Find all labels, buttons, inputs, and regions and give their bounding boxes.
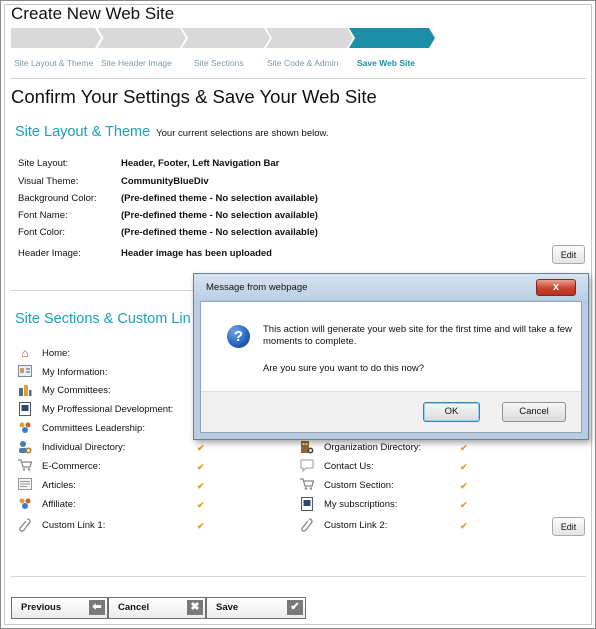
checkmark-icon: ✔: [460, 462, 468, 472]
section-item-individual-directory: Individual Directory:: [42, 442, 126, 453]
document-icon: [300, 497, 314, 511]
layout-section-title-text: Site Layout & Theme: [15, 124, 151, 140]
setting-value: (Pre-defined theme - No selection availa…: [121, 210, 318, 221]
section-item-custom-section: Custom Section:: [324, 480, 394, 491]
divider: [11, 576, 586, 577]
setting-label: Font Name:: [18, 210, 68, 221]
section-item-contact-us: Contact Us:: [324, 461, 374, 472]
section-item-my-subscriptions: My subscriptions:: [324, 499, 398, 510]
checkmark-icon: ✔: [460, 481, 468, 491]
building-search-icon: [300, 440, 314, 454]
edit-sections-button[interactable]: Edit: [552, 517, 585, 536]
setting-label: Site Layout:: [18, 158, 69, 169]
section-item-custom-link-2: Custom Link 2:: [324, 520, 388, 531]
link-icon: [18, 518, 32, 532]
person-search-icon: [18, 440, 32, 454]
checkmark-icon: ✔: [197, 462, 205, 472]
wizard-step-1[interactable]: [11, 28, 101, 48]
dialog-cancel-button[interactable]: Cancel: [502, 402, 566, 422]
layout-section-title: Site Layout & Theme Your current selectio…: [15, 124, 329, 140]
cart-icon: [300, 478, 315, 492]
previous-button[interactable]: Previous ⬅: [11, 597, 108, 619]
dialog-titlebar[interactable]: Message from webpage x: [194, 274, 588, 299]
wizard-progress: [11, 28, 435, 48]
wizard-step-5[interactable]: [349, 28, 435, 48]
setting-label: Font Color:: [18, 227, 65, 238]
setting-value: Header image has been uploaded: [121, 248, 272, 259]
wizard-label-site-sections[interactable]: Site Sections: [194, 58, 244, 68]
setting-label: Header Image:: [18, 248, 81, 259]
dialog-title: Message from webpage: [206, 282, 308, 293]
checkmark-icon: ✔: [287, 600, 303, 615]
document-icon: [18, 402, 32, 416]
section-item-home: Home:: [42, 348, 70, 359]
arrow-left-icon: ⬅: [89, 600, 105, 615]
setting-label: Visual Theme:: [18, 176, 79, 187]
dialog-body: ? This action will generate your web sit…: [200, 301, 582, 433]
main-heading: Confirm Your Settings & Save Your Web Si…: [11, 86, 377, 107]
checkmark-icon: ✔: [460, 443, 468, 453]
setting-value: Header, Footer, Left Navigation Bar: [121, 158, 280, 169]
close-icon: ✖: [187, 600, 203, 615]
checkmark-icon: ✔: [460, 500, 468, 510]
section-item-articles: Articles:: [42, 480, 76, 491]
wizard-label-save[interactable]: Save Web Site: [357, 58, 415, 68]
edit-layout-button[interactable]: Edit: [552, 245, 585, 264]
sections-section-title: Site Sections & Custom Lin: [15, 311, 191, 327]
section-item-organization-directory: Organization Directory:: [324, 442, 422, 453]
checkmark-icon: ✔: [197, 521, 205, 531]
group-icon: [18, 421, 32, 435]
cart-icon: [18, 459, 33, 473]
setting-value: (Pre-defined theme - No selection availa…: [121, 227, 318, 238]
previous-button-label: Previous: [21, 602, 62, 613]
setting-label: Background Color:: [18, 193, 97, 204]
link-icon: [300, 518, 314, 532]
checkmark-icon: ✔: [197, 481, 205, 491]
dialog-close-button[interactable]: x: [536, 279, 576, 296]
speech-bubble-icon: [300, 459, 314, 473]
section-item-affiliate: Affiliate:: [42, 499, 76, 510]
page-title: Create New Web Site: [11, 4, 175, 23]
org-chart-icon: [18, 383, 32, 397]
section-item-custom-link-1: Custom Link 1:: [42, 520, 106, 531]
divider: [11, 78, 586, 79]
setting-value: CommunityBlueDiv: [121, 176, 209, 187]
section-item-my-committees: My Committees:: [42, 385, 111, 396]
cancel-button-label: Cancel: [118, 602, 150, 613]
save-button-label: Save: [216, 602, 239, 613]
wizard-label-site-layout[interactable]: Site Layout & Theme: [14, 58, 93, 68]
wizard-step-3[interactable]: [182, 28, 270, 48]
setting-value: (Pre-defined theme - No selection availa…: [121, 193, 318, 204]
wizard-label-header-image[interactable]: Site Header Image: [101, 58, 172, 68]
checkmark-icon: ✔: [197, 500, 205, 510]
section-item-ecommerce: E-Commerce:: [42, 461, 101, 472]
section-item-committees-leadership: Committees Leadership:: [42, 423, 145, 434]
dialog-ok-button[interactable]: OK: [423, 402, 480, 422]
dialog-message: This action will generate your web site …: [263, 324, 572, 347]
checkmark-icon: ✔: [197, 443, 205, 453]
close-icon: x: [552, 281, 560, 293]
articles-icon: [18, 478, 32, 492]
dialog-button-bar: OK Cancel: [201, 391, 581, 432]
wizard-label-site-code[interactable]: Site Code & Admin: [267, 58, 338, 68]
layout-section-note: Your current selections are shown below.: [156, 128, 329, 139]
question-icon: ?: [227, 325, 250, 348]
id-card-icon: [18, 365, 32, 379]
checkmark-icon: ✔: [460, 521, 468, 531]
cancel-button[interactable]: Cancel ✖: [108, 597, 206, 619]
section-item-professional-development: My Proffessional Development:: [42, 404, 174, 415]
wizard-step-4[interactable]: [266, 28, 353, 48]
save-button[interactable]: Save ✔: [206, 597, 306, 619]
wizard-step-2[interactable]: [97, 28, 186, 48]
home-icon: ⌂: [21, 346, 29, 360]
confirm-dialog: Message from webpage x ? This action wil…: [193, 273, 589, 440]
dialog-question: Are you sure you want to do this now?: [263, 363, 425, 374]
section-item-my-information: My Information:: [42, 367, 108, 378]
group-icon: [18, 497, 32, 511]
